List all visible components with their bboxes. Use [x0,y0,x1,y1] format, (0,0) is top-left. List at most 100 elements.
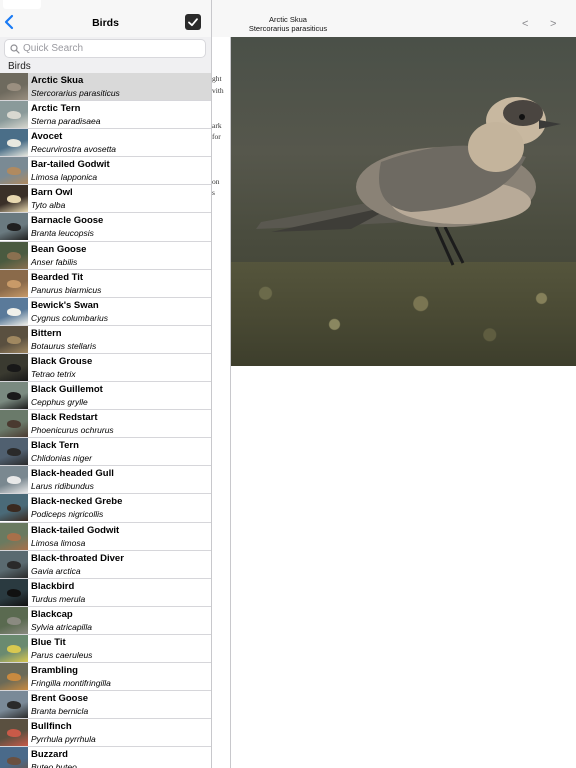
bird-thumbnail [0,353,28,381]
peek-text-line: on [212,177,220,186]
bird-common-name: Black Guillemot [31,384,103,396]
bird-list-item[interactable]: Black Redstart Phoenicurus ochrurus [0,410,211,439]
bird-list-item[interactable]: Avocet Recurvirostra avosetta [0,129,211,158]
bird-thumbnail-shape [7,448,21,457]
bird-latin-name: Pyrrhula pyrrhula [31,734,96,745]
bird-thumbnail [0,550,28,578]
bird-list-item[interactable]: Blackbird Turdus merula [0,578,211,607]
bird-thumbnail [0,494,28,522]
bird-common-name: Barnacle Goose [31,215,104,227]
bird-common-name: Arctic Skua [31,75,84,86]
bird-list-item[interactable]: Black-necked Grebe Podiceps nigricollis [0,494,211,523]
bird-thumbnail-shape [7,701,21,710]
bird-list-item[interactable]: Arctic Tern Sterna paradisaea [0,101,211,130]
bird-list-item[interactable]: Brambling Fringilla montifringilla [0,662,211,692]
bird-list-item[interactable]: Bittern Botaurus stellaris [0,325,211,354]
bird-latin-name: Botaurus stellaris [31,340,97,351]
bird-list-item[interactable]: Black Grouse Tetrao tetrix [0,353,211,383]
next-button[interactable]: > [550,18,556,30]
bird-common-name: Bearded Tit [31,271,84,283]
search-input[interactable] [23,41,201,56]
peek-text-line: for [212,132,221,141]
done-button[interactable] [185,14,201,30]
bird-thumbnail [0,634,28,662]
bird-common-name: Black-tailed Godwit [31,524,120,536]
bird-latin-name: Tyto alba [31,200,66,211]
bird-thumbnail-shape [7,757,21,766]
bird-latin-name: Stercorarius parasiticus [31,88,120,98]
bird-latin-name: Anser fabilis [31,256,78,267]
bird-list-item[interactable]: Arctic Skua Stercorarius parasiticus [0,73,211,102]
search-bar [0,37,211,61]
bird-list-item[interactable]: Barn Owl Tyto alba [0,185,211,214]
bird-common-name: Black Redstart [31,412,98,424]
bird-list-item[interactable]: Black-headed Gull Larus ridibundus [0,466,211,495]
bird-latin-name: Sylvia atricapilla [31,621,92,632]
bird-thumbnail-shape [7,672,21,681]
search-icon [10,44,20,54]
bird-common-name: Black-throated Diver [31,552,124,564]
bird-common-name: Brambling [31,664,78,676]
bird-thumbnail [0,747,28,768]
detail-pane: Arctic Skua Stercorarius parasiticus < >… [212,0,576,768]
bird-thumbnail-shape [7,560,21,569]
bird-thumbnail-shape [7,335,21,344]
bird-list-item[interactable]: Blackcap Sylvia atricapilla [0,606,211,635]
master-title: Birds [92,17,119,29]
bird-list-item[interactable]: Barnacle Goose Branta leucopsis [0,213,211,242]
bird-thumbnail-shape [7,476,21,485]
bird-common-name: Avocet [31,131,63,143]
bird-thumbnail-shape [7,504,21,513]
bird-list-item[interactable]: Bean Goose Anser fabilis [0,241,211,270]
bird-common-name: Barn Owl [31,187,73,199]
bird-list-item[interactable]: Bar-tailed Godwit Limosa lapponica [0,157,211,186]
bird-thumbnail [0,297,28,325]
bird-thumbnail [0,129,28,157]
bird-list-item[interactable]: Brent Goose Branta bernicla [0,691,211,720]
checkmark-icon [188,18,198,27]
bird-common-name: Buzzard [31,749,68,761]
bird-list-item[interactable]: Buzzard Buteo buteo [0,747,211,768]
bird-list-item[interactable]: Bewick's Swan Cygnus columbarius [0,297,211,326]
bird-latin-name: Podiceps nigricollis [31,509,104,520]
bird-list-item[interactable]: Bullfinch Pyrrhula pyrrhula [0,719,211,748]
bird-list-item[interactable]: Bearded Tit Panurus biarmicus [0,269,211,298]
search-box[interactable] [4,39,206,58]
bird-list-item[interactable]: Black Guillemot Cepphus grylle [0,382,211,411]
bird-latin-name: Chlidonias niger [31,453,92,464]
bird-list-item[interactable]: Black Tern Chlidonias niger [0,438,211,467]
bird-thumbnail [0,691,28,719]
bird-list: Arctic Skua Stercorarius parasiticus Arcti… [0,73,211,768]
bird-thumbnail-shape [7,83,21,91]
bird-latin-name: Sterna paradisaea [31,116,101,127]
bird-latin-name: Cygnus columbarius [31,312,109,323]
bird-thumbnail-shape [7,111,21,120]
bird-latin-name: Buteo buteo [31,762,77,768]
bird-thumbnail [0,325,28,353]
detail-subtitle: Stercorarius parasiticus [248,24,328,33]
bird-list-item[interactable]: Black-tailed Godwit Limosa limosa [0,522,211,551]
bird-thumbnail [0,578,28,606]
bird-thumbnail-shape [7,363,21,372]
bird-thumbnail [0,101,28,129]
bird-list-item[interactable]: Black-throated Diver Gavia arctica [0,550,211,579]
master-pane: Birds Birds Arctic Skua Stercorarius para… [0,0,212,768]
bird-list-item[interactable]: Blue Tit Parus caeruleus [0,634,211,663]
previous-button[interactable]: < [522,18,528,30]
bird-thumbnail-shape [7,616,21,625]
bird-common-name: Brent Goose [31,693,89,705]
bird-thumbnail [0,438,28,466]
bird-thumbnail [0,382,28,410]
bird-thumbnail-shape [7,195,21,204]
bird-common-name: Black-headed Gull [31,468,114,480]
bird-thumbnail [0,466,28,494]
bird-thumbnail [0,213,28,241]
bird-common-name: Bittern [31,327,62,339]
bird-thumbnail-shape [7,279,21,288]
bird-thumbnail-shape [7,420,21,429]
bird-common-name: Blackbird [31,580,75,592]
bird-common-name: Black-necked Grebe [31,496,123,508]
section-header: Birds [0,61,211,73]
bird-thumbnail [0,185,28,213]
bird-thumbnail [0,719,28,747]
